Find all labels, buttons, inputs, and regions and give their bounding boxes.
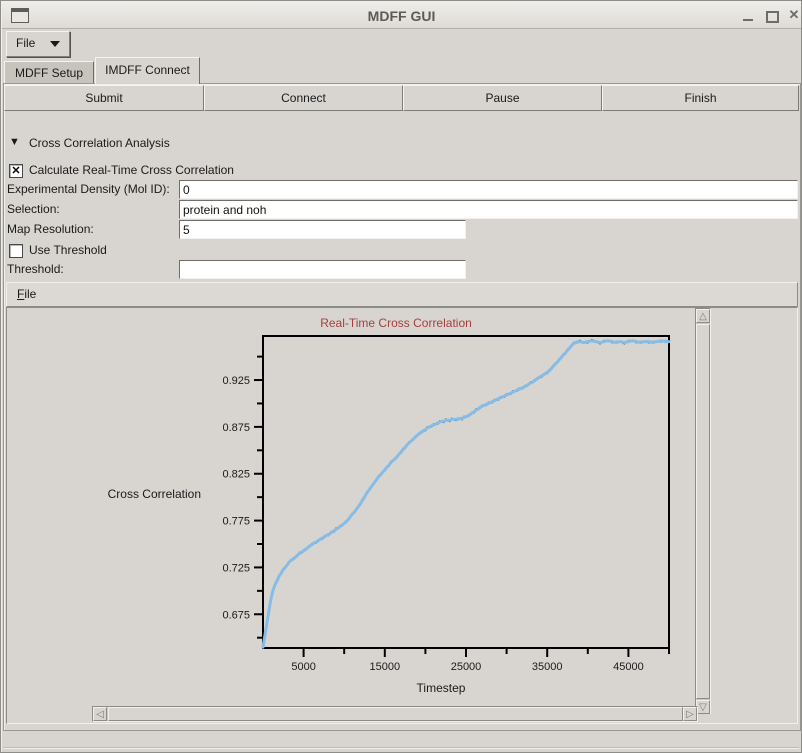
tab-imdff-connect[interactable]: IMDFF Connect [95, 57, 200, 84]
use-threshold-checkbox[interactable] [9, 244, 23, 258]
file-menu-button[interactable]: File [6, 31, 70, 57]
tab-mdff-setup[interactable]: MDFF Setup [4, 61, 94, 83]
y-tick-label: 0.875 [222, 422, 250, 434]
cc-curve-points [263, 340, 669, 646]
y-tick-label: 0.925 [222, 375, 250, 387]
window-title: MDFF GUI [2, 8, 801, 24]
x-tick-label: 35000 [532, 661, 563, 673]
title-bar[interactable]: MDFF GUI ✕ [2, 2, 801, 29]
scroll-right-icon[interactable]: ▷ [683, 707, 697, 721]
chart-title: Real-Time Cross Correlation [206, 316, 586, 330]
scroll-left-icon[interactable]: ◁ [93, 707, 107, 721]
connect-button[interactable]: Connect [204, 85, 403, 111]
minimize-icon[interactable] [743, 19, 753, 21]
calc-cc-checkbox-label: Calculate Real-Time Cross Correlation [29, 163, 234, 177]
x-tick-label: 5000 [291, 661, 315, 673]
y-tick-label: 0.775 [222, 516, 250, 528]
dropdown-arrow-icon [50, 41, 60, 47]
threshold-input[interactable] [179, 260, 466, 279]
pause-button[interactable]: Pause [403, 85, 602, 111]
close-icon[interactable]: ✕ [786, 7, 802, 23]
use-threshold-label: Use Threshold [29, 243, 107, 257]
y-tick-label: 0.825 [222, 469, 250, 481]
calc-cc-checkbox[interactable]: ✕ [9, 164, 23, 178]
selection-input[interactable] [179, 200, 798, 219]
vertical-scroll-thumb[interactable] [696, 324, 710, 699]
cc-chart-svg: 0.675 0.725 0.775 0.825 0.875 0.925 5000 15000 2… [7, 308, 695, 722]
y-tick-label: 0.725 [222, 562, 250, 574]
finish-button[interactable]: Finish [602, 85, 799, 111]
section-header-label[interactable]: Cross Correlation Analysis [29, 136, 170, 150]
collapse-triangle-icon[interactable]: ▼ [9, 136, 20, 148]
mdff-gui-window: MDFF GUI ✕ File MDFF Setup IMDFF Connect… [0, 0, 802, 753]
maximize-icon[interactable] [766, 11, 779, 23]
threshold-label: Threshold: [7, 262, 64, 276]
scroll-down-icon[interactable]: ▽ [696, 700, 710, 714]
plot-border [263, 336, 669, 648]
x-tick-label: 15000 [370, 661, 401, 673]
plot-file-menu[interactable]: File [17, 287, 36, 301]
x-tick-label: 25000 [451, 661, 482, 673]
cc-curve-line [263, 341, 669, 647]
x-tick-label: 45000 [613, 661, 644, 673]
selection-label: Selection: [7, 202, 60, 216]
plot-menubar: File [6, 282, 798, 307]
map-resolution-label: Map Resolution: [7, 222, 94, 236]
map-resolution-input[interactable] [179, 220, 466, 239]
plot-horizontal-scrollbar[interactable]: ◁ ▷ [92, 706, 698, 722]
experimental-density-label: Experimental Density (Mol ID): [7, 182, 170, 196]
experimental-density-input[interactable] [179, 180, 798, 199]
submit-button[interactable]: Submit [4, 85, 204, 111]
horizontal-scroll-thumb[interactable] [108, 707, 683, 721]
file-menu-label: File [16, 36, 35, 50]
window-bottom-groove [3, 747, 799, 749]
x-axis-label: Timestep [341, 681, 541, 695]
plot-vertical-scrollbar[interactable]: △ ▽ [695, 308, 711, 714]
plot-frame: 0.675 0.725 0.775 0.825 0.875 0.925 5000 15000 2… [6, 307, 798, 724]
y-tick-label: 0.675 [222, 609, 250, 621]
y-axis-label: Cross Correlation [41, 487, 201, 501]
scroll-up-icon[interactable]: △ [696, 309, 710, 323]
checkbox-check-icon: ✕ [10, 165, 22, 177]
